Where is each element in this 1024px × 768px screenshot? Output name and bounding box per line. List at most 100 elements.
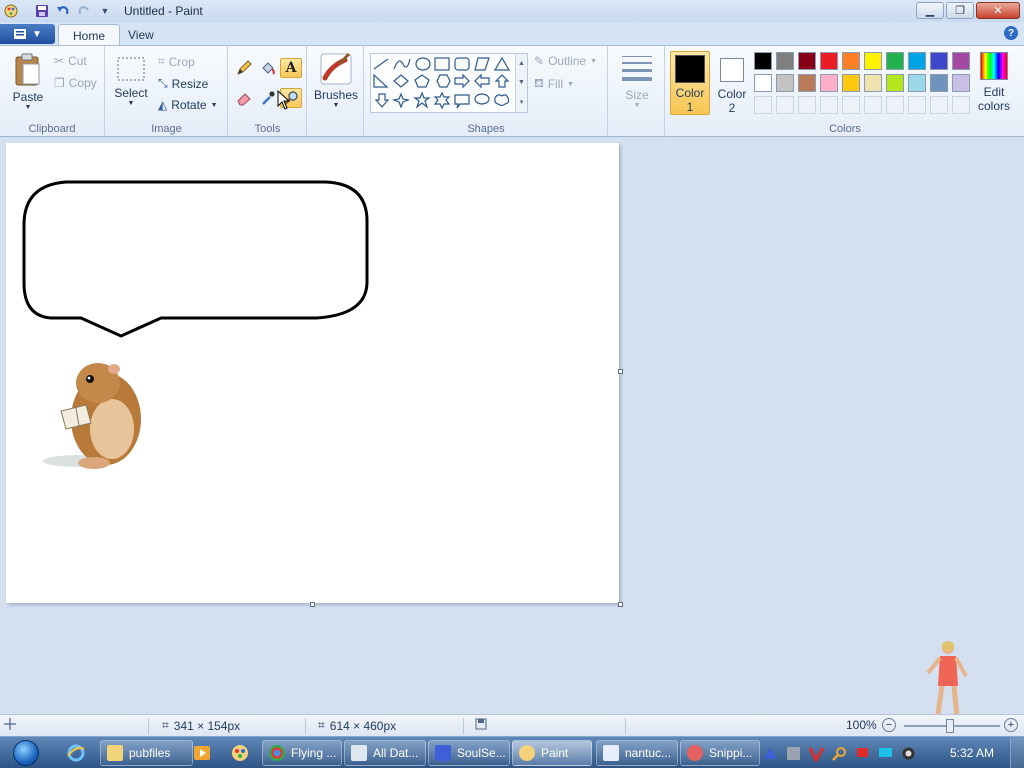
- brushes-button[interactable]: Brushes ▼: [313, 52, 359, 109]
- cloud-callout-shape-icon[interactable]: [494, 94, 510, 107]
- search-icon[interactable]: [831, 745, 848, 762]
- flag-icon[interactable]: [854, 745, 871, 762]
- save-icon[interactable]: [33, 2, 51, 20]
- pencil-icon[interactable]: [233, 58, 255, 78]
- settings-icon[interactable]: [785, 745, 802, 762]
- palette-color-swatch[interactable]: [754, 52, 772, 70]
- clock[interactable]: 5:32 AM: [950, 746, 994, 760]
- paint-icon[interactable]: [230, 743, 250, 763]
- polygon-shape-icon[interactable]: [474, 57, 490, 71]
- display-icon[interactable]: [877, 745, 894, 762]
- network-icon[interactable]: [762, 745, 779, 762]
- palette-custom-slot[interactable]: [952, 96, 970, 114]
- palette-color-swatch[interactable]: [952, 52, 970, 70]
- zoom-in-button[interactable]: +: [1004, 718, 1018, 732]
- paint-menu-button[interactable]: ▼: [0, 24, 55, 44]
- minimize-button[interactable]: ▁: [916, 2, 944, 19]
- taskbar-item[interactable]: Snippi...: [680, 740, 760, 766]
- line-shape-icon[interactable]: [373, 58, 389, 70]
- down-arrow-shape-icon[interactable]: [374, 93, 390, 108]
- crop-button[interactable]: ⌗ Crop: [158, 54, 195, 69]
- paint-app-icon[interactable]: [3, 3, 19, 19]
- taskbar-item[interactable]: Flying ...: [262, 740, 342, 766]
- palette-color-swatch[interactable]: [798, 74, 816, 92]
- palette-color-swatch[interactable]: [820, 74, 838, 92]
- rotate-button[interactable]: ◭ Rotate ▼: [158, 98, 218, 112]
- color-picker-icon[interactable]: [257, 88, 279, 108]
- taskbar-item[interactable]: pubfiles: [100, 740, 193, 766]
- redo-icon[interactable]: [75, 2, 93, 20]
- taskbar-item[interactable]: All Dat...: [344, 740, 426, 766]
- color1-button[interactable]: Color 1: [670, 51, 710, 115]
- palette-color-swatch[interactable]: [864, 74, 882, 92]
- curve-shape-icon[interactable]: [393, 58, 411, 70]
- tab-home[interactable]: Home: [58, 24, 121, 46]
- volume-icon[interactable]: [900, 745, 917, 762]
- outline-button[interactable]: ✎ Outline ▼: [534, 54, 597, 68]
- palette-color-swatch[interactable]: [776, 74, 794, 92]
- palette-color-swatch[interactable]: [864, 52, 882, 70]
- zoom-slider-thumb[interactable]: [946, 719, 954, 733]
- hexagon-shape-icon[interactable]: [436, 74, 451, 88]
- palette-custom-slot[interactable]: [776, 96, 794, 114]
- paste-button[interactable]: Paste ▼: [8, 52, 48, 111]
- palette-color-swatch[interactable]: [930, 74, 948, 92]
- four-point-star-shape-icon[interactable]: [391, 92, 411, 109]
- five-point-star-shape-icon[interactable]: [413, 91, 431, 109]
- scroll-down-icon[interactable]: ▼: [518, 79, 525, 86]
- left-arrow-shape-icon[interactable]: [474, 73, 490, 89]
- internet-explorer-icon[interactable]: [66, 743, 86, 763]
- pentagon-shape-icon[interactable]: [414, 74, 430, 88]
- resize-handle-right[interactable]: [618, 369, 623, 374]
- right-triangle-shape-icon[interactable]: [373, 73, 389, 88]
- palette-color-swatch[interactable]: [842, 74, 860, 92]
- palette-color-swatch[interactable]: [820, 52, 838, 70]
- palette-color-swatch[interactable]: [886, 52, 904, 70]
- up-arrow-shape-icon[interactable]: [494, 74, 510, 88]
- zoom-out-button[interactable]: −: [882, 718, 896, 732]
- resize-button[interactable]: ⤡ Resize: [158, 76, 208, 91]
- select-button[interactable]: Select ▼: [114, 56, 148, 107]
- eraser-icon[interactable]: [233, 88, 255, 108]
- cut-button[interactable]: ✂ Cut: [54, 54, 87, 68]
- palette-custom-slot[interactable]: [864, 96, 882, 114]
- color2-button[interactable]: Color 2: [712, 51, 752, 115]
- rectangle-shape-icon[interactable]: [434, 57, 450, 71]
- taskbar-item[interactable]: nantuc...: [596, 740, 678, 766]
- tab-view[interactable]: View: [114, 24, 168, 46]
- text-tool-icon[interactable]: A: [280, 58, 302, 78]
- undo-icon[interactable]: [54, 2, 72, 20]
- close-button[interactable]: ✕: [976, 2, 1020, 19]
- speech-bubble-shape[interactable]: [22, 180, 369, 338]
- palette-custom-slot[interactable]: [820, 96, 838, 114]
- fill-bucket-icon[interactable]: [257, 58, 279, 78]
- shapes-more-icon[interactable]: ▾: [520, 98, 524, 106]
- maximize-button[interactable]: ❐: [946, 2, 974, 19]
- customize-quick-access-icon[interactable]: ▼: [96, 2, 114, 20]
- start-button[interactable]: [4, 738, 48, 768]
- palette-color-swatch[interactable]: [798, 52, 816, 70]
- edit-colors-button[interactable]: Edit colors: [974, 52, 1014, 113]
- palette-color-swatch[interactable]: [842, 52, 860, 70]
- antivirus-icon[interactable]: [808, 745, 825, 762]
- palette-custom-slot[interactable]: [886, 96, 904, 114]
- rounded-rectangle-shape-icon[interactable]: [454, 57, 470, 71]
- palette-custom-slot[interactable]: [908, 96, 926, 114]
- oval-shape-icon[interactable]: [415, 57, 431, 71]
- palette-custom-slot[interactable]: [930, 96, 948, 114]
- taskbar-item[interactable]: SoulSe...: [428, 740, 510, 766]
- workspace[interactable]: [0, 138, 1024, 729]
- scroll-up-icon[interactable]: ▲: [518, 60, 525, 67]
- rounded-callout-shape-icon[interactable]: [454, 94, 470, 109]
- right-arrow-shape-icon[interactable]: [454, 73, 470, 89]
- shapes-scroll[interactable]: ▲ ▼ ▾: [515, 54, 527, 112]
- zoom-slider[interactable]: [904, 719, 1000, 733]
- palette-custom-slot[interactable]: [842, 96, 860, 114]
- palette-color-swatch[interactable]: [930, 52, 948, 70]
- palette-color-swatch[interactable]: [908, 52, 926, 70]
- hamster-image[interactable]: [43, 363, 141, 469]
- palette-color-swatch[interactable]: [886, 74, 904, 92]
- drawing-canvas[interactable]: [6, 143, 619, 603]
- fill-button[interactable]: ⛾ Fill ▼: [534, 76, 574, 92]
- palette-color-swatch[interactable]: [952, 74, 970, 92]
